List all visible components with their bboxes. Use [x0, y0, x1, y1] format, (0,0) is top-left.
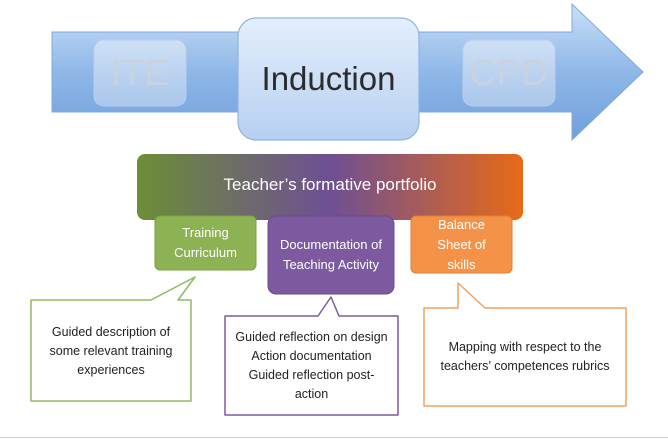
- stage-current-label: Induction: [261, 60, 396, 97]
- documentation-label: Documentation of Teaching Activity: [280, 237, 382, 272]
- stage-previous-label: ITE: [110, 52, 170, 93]
- portfolio-title: Teacher’s formative portfolio: [223, 175, 437, 194]
- training-curriculum-label: Training Curriculum: [174, 225, 237, 260]
- bottom-divider: [0, 437, 668, 438]
- note-documentation-text: Guided reflection on design Action docum…: [235, 329, 388, 401]
- note-balance-text: Mapping with respect to the teachers’ co…: [440, 340, 610, 373]
- stage-next-label: CPD: [469, 52, 549, 93]
- balance-sheet-label: Balance Sheet of skills: [437, 216, 486, 272]
- note-training-text: Guided description of some relevant trai…: [49, 324, 173, 377]
